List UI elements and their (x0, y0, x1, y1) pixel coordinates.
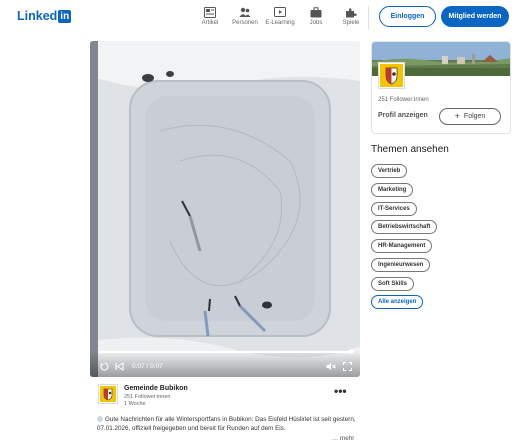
plus-icon: + (454, 111, 460, 121)
nav-learning[interactable]: E-Learning (262, 7, 298, 26)
company-logo[interactable] (98, 384, 118, 404)
video-player[interactable]: 0:07 / 0:07 (90, 41, 360, 377)
company-followers: 251 Follower:innen (124, 394, 171, 400)
nav-divider (368, 6, 369, 30)
nav-games[interactable]: Spiele (333, 7, 369, 26)
mute-icon[interactable] (326, 362, 336, 371)
topic-pill[interactable]: Soft Skills (371, 277, 415, 291)
skip-back-icon[interactable] (115, 362, 124, 371)
post-menu-button[interactable]: ••• (334, 384, 347, 398)
logo-text: Linked (17, 9, 58, 23)
view-profile-link[interactable]: Profil anzeigen (378, 112, 428, 119)
topic-pill[interactable]: Marketing (371, 183, 414, 197)
show-all-topics-button[interactable]: Alle anzeigen (371, 295, 424, 309)
post-body: Gute Nachrichten für alle Wintersportfan… (97, 416, 356, 432)
login-button[interactable]: Einloggen (379, 6, 436, 27)
learning-icon (274, 7, 286, 17)
linkedin-logo[interactable]: Linked in (17, 9, 72, 23)
nav-label: Artikel (201, 20, 219, 26)
video-controls: 0:07 / 0:07 (90, 349, 360, 377)
follow-button[interactable]: + Folgen (439, 108, 501, 125)
nav-label: Personen (232, 20, 258, 26)
nav-articles[interactable]: Artikel (192, 7, 228, 26)
follow-label: Folgen (463, 113, 486, 120)
nav-jobs[interactable]: Jobs (298, 7, 334, 26)
topics-heading: Themen ansehen (371, 144, 449, 155)
article-icon (204, 7, 216, 18)
top-navigation: Linked in Artikel Personen E-Learning Jo… (0, 0, 527, 34)
company-logo-large[interactable] (378, 62, 405, 89)
coat-of-arms-icon (100, 386, 116, 402)
topic-pill[interactable]: Ingenieurwesen (371, 258, 431, 272)
topic-pill[interactable]: Vertrieb (371, 164, 408, 178)
replay-icon[interactable] (100, 362, 109, 371)
video-progress-bar[interactable] (98, 349, 354, 354)
video-frame-ice-rink (90, 41, 360, 377)
people-icon (239, 7, 251, 17)
briefcase-icon (310, 7, 322, 18)
logo-badge: in (58, 9, 72, 23)
nav-label: Jobs (309, 20, 323, 26)
topic-pill[interactable]: Betriebswirtschaft (371, 220, 438, 234)
topic-pill[interactable]: IT-Services (371, 202, 417, 216)
nav-people[interactable]: Personen (227, 7, 263, 26)
nav-label: Spiele (342, 20, 360, 26)
video-timecode: 0:07 / 0:07 (132, 363, 163, 370)
coat-of-arms-icon (380, 64, 403, 87)
post-text: Gute Nachrichten für alle Wintersportfan… (97, 415, 359, 433)
progress-handle[interactable] (349, 349, 354, 354)
card-followers: 251 Follower:innen (378, 97, 429, 103)
join-button[interactable]: Mitglied werden (441, 6, 509, 27)
snowflake-icon (97, 416, 103, 422)
company-card: 251 Follower:innen Profil anzeigen + Fol… (371, 41, 511, 134)
puzzle-icon (346, 8, 357, 18)
fullscreen-icon[interactable] (343, 362, 352, 371)
nav-label: E-Learning (265, 20, 295, 26)
topic-pill[interactable]: HR-Management (371, 239, 433, 253)
see-more-link[interactable]: … mehr (332, 435, 354, 442)
company-name[interactable]: Gemeinde Bubikon (124, 385, 188, 392)
post-time: 1 Woche (124, 401, 146, 407)
